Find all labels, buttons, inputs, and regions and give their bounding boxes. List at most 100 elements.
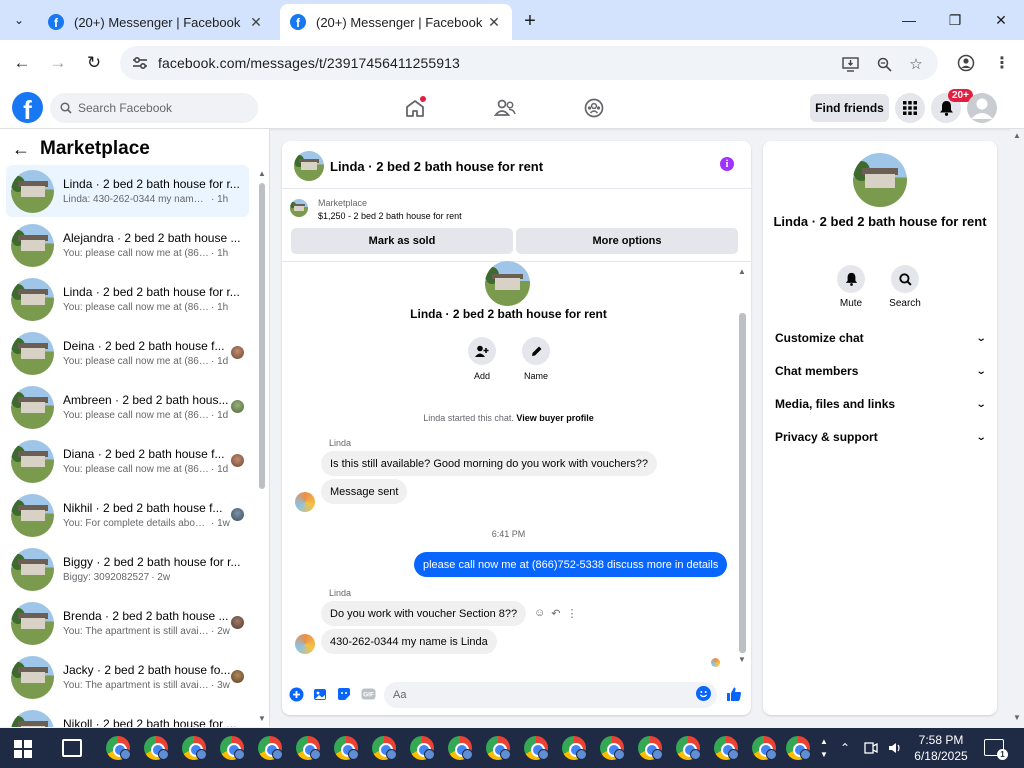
show-hidden-icons-chevron-icon[interactable]: ⌃ <box>840 728 850 768</box>
conversation-item[interactable]: Linda · 2 bed 2 bath house for r... You:… <box>6 273 249 325</box>
photo-icon[interactable] <box>312 686 328 702</box>
mute-action[interactable]: Mute <box>826 265 876 309</box>
minimize-icon[interactable]: — <box>886 0 932 40</box>
chat-avatar[interactable] <box>294 151 324 181</box>
zoom-icon[interactable] <box>874 54 894 74</box>
chrome-icon[interactable] <box>334 736 359 760</box>
find-friends-button[interactable]: Find friends <box>810 94 889 122</box>
forward-arrow-icon[interactable]: → <box>46 51 70 75</box>
mark-as-sold-button[interactable]: Mark as sold <box>291 228 513 254</box>
chrome-icon[interactable] <box>524 736 549 760</box>
facebook-search[interactable] <box>50 93 258 123</box>
camera-tray-icon[interactable] <box>864 728 878 768</box>
home-nav[interactable] <box>401 94 429 122</box>
reply-icon[interactable]: ↶ <box>551 607 560 620</box>
conversation-item[interactable]: Ambreen · 2 bed 2 bath hous... You: plea… <box>6 381 249 433</box>
conversation-item[interactable]: Linda · 2 bed 2 bath house for r... Lind… <box>6 165 249 217</box>
more-options-button[interactable]: More options <box>516 228 738 254</box>
chrome-icon[interactable] <box>258 736 283 760</box>
volume-icon[interactable] <box>888 728 902 768</box>
info-icon[interactable]: i <box>720 157 734 171</box>
chrome-icon[interactable] <box>174 728 214 768</box>
listing-price[interactable]: $1,250 - 2 bed 2 bath house for rent <box>318 211 462 221</box>
profile-icon[interactable] <box>954 51 978 75</box>
chat-members-section[interactable]: Chat members ⌄ <box>775 361 986 381</box>
emoji-icon[interactable] <box>696 686 711 701</box>
chrome-icon[interactable] <box>714 736 739 760</box>
tab-close-icon[interactable]: ✕ <box>486 14 502 31</box>
notification-center-icon[interactable]: 1 <box>984 739 1008 760</box>
chrome-icon[interactable] <box>786 736 811 760</box>
install-app-icon[interactable] <box>840 54 860 74</box>
conversation-item[interactable]: Alejandra · 2 bed 2 bath house ... You: … <box>6 219 249 271</box>
back-arrow-icon[interactable]: ← <box>10 51 34 75</box>
new-tab-icon[interactable]: + <box>518 9 542 33</box>
bookmark-star-icon[interactable]: ☆ <box>906 54 926 74</box>
more-actions-icon[interactable]: ⋮ <box>566 607 577 620</box>
conversation-item[interactable]: Brenda · 2 bed 2 bath house ... You: The… <box>6 597 249 649</box>
conversation-item[interactable]: Deina · 2 bed 2 bath house f... You: ple… <box>6 327 249 379</box>
customize-chat-section[interactable]: Customize chat ⌄ <box>775 328 986 348</box>
tab-search-menu-icon[interactable]: ⌄ <box>8 9 30 31</box>
restore-icon[interactable]: ❐ <box>932 0 978 40</box>
details-avatar[interactable] <box>853 153 907 207</box>
chrome-icon[interactable] <box>220 736 245 760</box>
chrome-icon[interactable] <box>752 736 777 760</box>
sender-avatar[interactable] <box>295 492 315 512</box>
window-close-icon[interactable]: ✕ <box>978 0 1024 40</box>
groups-nav[interactable] <box>580 94 608 122</box>
windows-start-icon[interactable] <box>14 740 32 758</box>
scrollbar-thumb[interactable] <box>739 313 746 653</box>
chrome-icon[interactable] <box>600 736 625 760</box>
incoming-message[interactable]: Do you work with voucher Section 8?? <box>321 601 527 626</box>
chrome-icon[interactable] <box>106 736 131 760</box>
browser-tab-1[interactable]: f (20+) Messenger | Facebook ✕ <box>38 4 274 40</box>
address-bar[interactable]: facebook.com/messages/t/2391745641125591… <box>120 46 938 80</box>
chrome-icon[interactable] <box>410 736 435 760</box>
page-scrollbar[interactable]: ▲ ▼ <box>1010 129 1024 727</box>
browser-tab-2[interactable]: f (20+) Messenger | Facebook ✕ <box>280 4 512 40</box>
react-emoji-icon[interactable]: ☺ <box>534 607 545 620</box>
reload-icon[interactable]: ↻ <box>82 51 106 75</box>
chrome-icon[interactable] <box>562 736 587 760</box>
view-buyer-profile-link[interactable]: View buyer profile <box>516 413 593 423</box>
conversation-item[interactable]: Nikoll · 2 bed 2 bath house for ... <box>6 705 249 727</box>
scrollbar-thumb[interactable] <box>259 183 265 489</box>
conversation-item[interactable]: Nikhil · 2 bed 2 bath house f... You: Fo… <box>6 489 249 541</box>
scroll-up-icon[interactable]: ▲ <box>1013 131 1021 140</box>
friends-nav[interactable] <box>491 94 519 122</box>
incoming-message[interactable]: 430-262-0344 my name is Linda <box>321 629 497 654</box>
conversation-item[interactable]: Diana · 2 bed 2 bath house f... You: ple… <box>6 435 249 487</box>
conversation-list-scrollbar[interactable]: ▲ ▼ <box>257 169 267 724</box>
add-action[interactable]: Add <box>457 337 507 381</box>
chrome-icon[interactable] <box>638 736 663 760</box>
incoming-message[interactable]: Message sent <box>321 479 408 504</box>
system-clock[interactable]: 7:58 PM 6/18/2025 <box>912 732 970 764</box>
chat-title[interactable]: Linda · 2 bed 2 bath house for rent <box>330 159 543 174</box>
chrome-icon[interactable] <box>296 736 321 760</box>
chrome-icon[interactable] <box>676 736 701 760</box>
chrome-icon[interactable] <box>372 736 397 760</box>
chrome-icon[interactable] <box>486 736 511 760</box>
taskbar-overflow-arrows[interactable]: ▲ ▼ <box>820 728 828 768</box>
sticker-icon[interactable] <box>336 686 352 702</box>
listing-thumbnail[interactable] <box>290 199 308 217</box>
chrome-icon[interactable] <box>144 736 169 760</box>
menu-grid-button[interactable] <box>895 93 925 123</box>
message-input-box[interactable] <box>384 682 717 708</box>
gif-icon[interactable]: GIF <box>360 686 376 702</box>
chrome-icon[interactable] <box>448 736 473 760</box>
account-button[interactable] <box>967 93 997 123</box>
scroll-down-icon[interactable]: ▼ <box>258 714 266 723</box>
name-action[interactable]: Name <box>511 337 561 381</box>
conversation-item[interactable]: Jacky · 2 bed 2 bath house fo... You: Th… <box>6 651 249 703</box>
tab-close-icon[interactable]: ✕ <box>248 14 264 31</box>
search-input[interactable] <box>78 101 238 115</box>
plus-icon[interactable] <box>288 686 304 702</box>
privacy-support-section[interactable]: Privacy & support ⌄ <box>775 427 986 447</box>
back-arrow-icon[interactable]: ← <box>12 139 30 160</box>
scroll-up-icon[interactable]: ▲ <box>258 169 266 178</box>
facebook-logo[interactable]: f <box>12 92 43 123</box>
conversation-item[interactable]: Biggy · 2 bed 2 bath house for r... Bigg… <box>6 543 249 595</box>
sender-avatar[interactable] <box>295 634 315 654</box>
